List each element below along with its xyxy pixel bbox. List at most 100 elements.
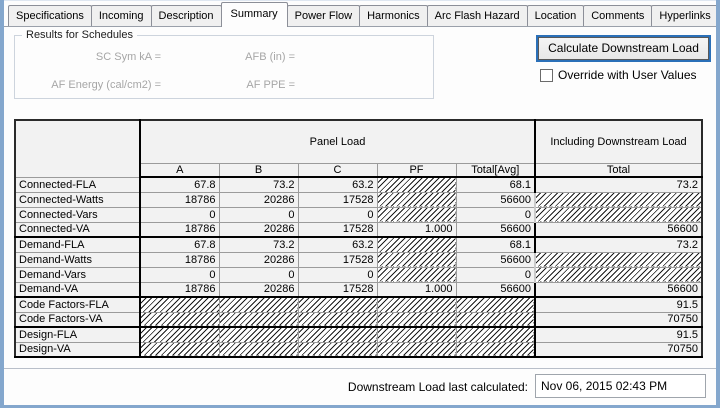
value-cell: 73.2: [535, 177, 702, 192]
value-cell: 0: [140, 267, 219, 282]
table-row: Design-FLA 91.5: [15, 327, 702, 342]
value-cell: 20286: [219, 282, 298, 297]
row-label: Demand-Watts: [15, 252, 140, 267]
row-label: Demand-Vars: [15, 267, 140, 282]
afb-in-label: AFB (in) =: [195, 51, 295, 63]
tab-summary[interactable]: Summary: [221, 2, 288, 27]
hatched-cell: [219, 342, 298, 357]
panel-load-table: Panel Load Including Downstream Load A B…: [14, 119, 703, 358]
hatched-cell: [140, 342, 219, 357]
hatched-cell: [140, 297, 219, 312]
hatched-cell: [219, 327, 298, 342]
hatched-cell: [456, 327, 535, 342]
table-row: Design-VA 70750: [15, 342, 702, 357]
value-cell: 17528: [298, 222, 377, 237]
tab-specifications[interactable]: Specifications: [8, 5, 92, 26]
row-label: Design-FLA: [15, 327, 140, 342]
row-label: Demand-VA: [15, 282, 140, 297]
panel-load-group-header: Panel Load: [140, 120, 535, 163]
table-corner-cell: [15, 120, 140, 177]
table-row: Connected-Watts18786202861752856600: [15, 192, 702, 207]
value-cell: 56600: [456, 252, 535, 267]
value-cell: 63.2: [298, 237, 377, 252]
results-for-schedules-groupbox: Results for Schedules SC Sym kA = AFB (i…: [14, 35, 434, 99]
value-cell: 0: [219, 267, 298, 282]
value-cell: 73.2: [535, 237, 702, 252]
value-cell: 73.2: [219, 237, 298, 252]
override-checkbox-label: Override with User Values: [558, 68, 697, 82]
value-cell: 56600: [456, 192, 535, 207]
value-cell: 18786: [140, 192, 219, 207]
value-cell: 0: [219, 207, 298, 222]
value-cell: 18786: [140, 282, 219, 297]
hatched-cell: [377, 342, 456, 357]
value-cell: 63.2: [298, 177, 377, 192]
col-header-total: Total: [535, 163, 702, 177]
row-label: Connected-VA: [15, 222, 140, 237]
tab-power-flow[interactable]: Power Flow: [287, 5, 360, 26]
value-cell: 1.000: [377, 222, 456, 237]
row-label: Connected-Watts: [15, 192, 140, 207]
last-calculated-date-field[interactable]: Nov 06, 2015 02:43 PM: [535, 374, 706, 398]
row-label: Code Factors-VA: [15, 312, 140, 327]
value-cell: 68.1: [456, 177, 535, 192]
table-row: Connected-Vars0000: [15, 207, 702, 222]
hatched-cell: [456, 312, 535, 327]
hatched-cell: [377, 207, 456, 222]
col-header-total-avg: Total[Avg]: [456, 163, 535, 177]
value-cell: 67.8: [140, 177, 219, 192]
tab-comments[interactable]: Comments: [583, 5, 652, 26]
hatched-cell: [298, 312, 377, 327]
col-header-pf: PF: [377, 163, 456, 177]
value-cell: 17528: [298, 252, 377, 267]
hatched-cell: [377, 237, 456, 252]
hatched-cell: [456, 297, 535, 312]
value-cell: 67.8: [140, 237, 219, 252]
tab-harmonics[interactable]: Harmonics: [359, 5, 428, 26]
table-row: Code Factors-VA70750: [15, 312, 702, 327]
value-cell: 70750: [535, 342, 702, 357]
value-cell: 20286: [219, 222, 298, 237]
table-row: Code Factors-FLA 91.5: [15, 297, 702, 312]
value-cell: 91.5: [535, 327, 702, 342]
hatched-cell: [377, 177, 456, 192]
value-cell: 20286: [219, 252, 298, 267]
value-cell: 17528: [298, 282, 377, 297]
value-cell: 17528: [298, 192, 377, 207]
table-row: Demand-Watts187862028617528 56600: [15, 252, 702, 267]
af-energy-label: AF Energy (cal/cm2) =: [19, 79, 161, 91]
override-checkbox[interactable]: [540, 69, 553, 82]
calculate-downstream-load-button[interactable]: Calculate Downstream Load: [538, 37, 709, 60]
row-label: Connected-FLA: [15, 177, 140, 192]
value-cell: 0: [456, 207, 535, 222]
table-row: Connected-FLA67.873.263.268.173.2: [15, 177, 702, 192]
downstream-load-last-calculated-label: Downstream Load last calculated:: [290, 380, 528, 394]
value-cell: 1.000: [377, 282, 456, 297]
table-row: Demand-FLA67.873.263.268.173.2: [15, 237, 702, 252]
hatched-cell: [535, 252, 702, 267]
tab-hyperlinks[interactable]: Hyperlinks: [651, 5, 718, 26]
hatched-cell: [535, 207, 702, 222]
hatched-cell: [298, 327, 377, 342]
value-cell: 18786: [140, 252, 219, 267]
table-row: Demand-Vars0000: [15, 267, 702, 282]
hatched-cell: [377, 327, 456, 342]
window-border-top: [0, 0, 720, 1]
tab-location[interactable]: Location: [527, 5, 585, 26]
row-label: Connected-Vars: [15, 207, 140, 222]
value-cell: 18786: [140, 222, 219, 237]
window-border-left: [0, 0, 4, 408]
hatched-cell: [298, 297, 377, 312]
value-cell: 56600: [535, 222, 702, 237]
tab-arc-flash-hazard[interactable]: Arc Flash Hazard: [427, 5, 528, 26]
tab-description[interactable]: Description: [151, 5, 222, 26]
row-label: Code Factors-FLA: [15, 297, 140, 312]
hatched-cell: [219, 297, 298, 312]
row-label: Design-VA: [15, 342, 140, 357]
value-cell: 68.1: [456, 237, 535, 252]
tab-incoming[interactable]: Incoming: [91, 5, 152, 26]
value-cell: 91.5: [535, 297, 702, 312]
hatched-cell: [377, 312, 456, 327]
value-cell: 0: [298, 207, 377, 222]
tab-bar: SpecificationsIncomingDescriptionSummary…: [8, 0, 719, 26]
